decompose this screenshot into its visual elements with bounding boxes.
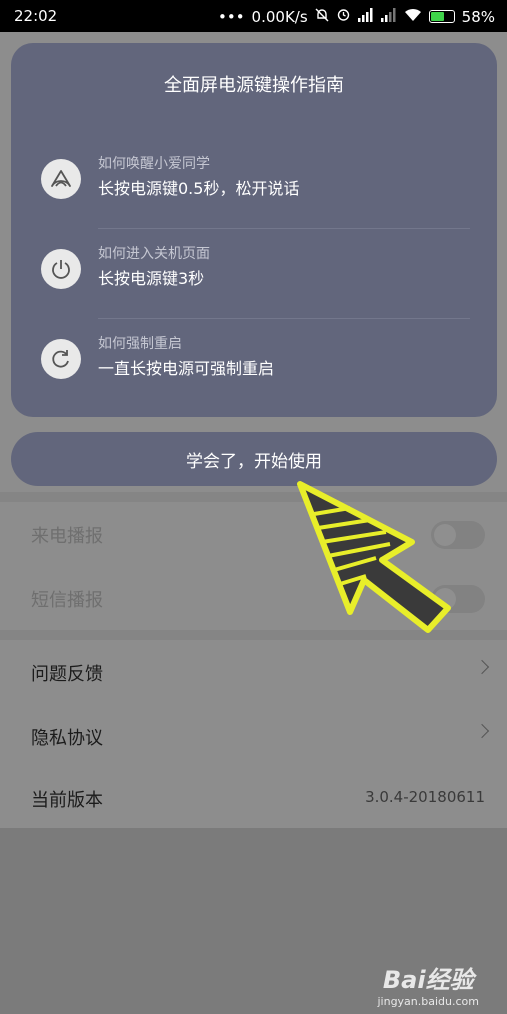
dialog-title: 全面屏电源键操作指南 (164, 75, 344, 96)
signal-2-icon (380, 7, 397, 26)
guide-question: 如何唤醒小爱同学 (98, 156, 210, 172)
guide-answer: 长按电源键0.5秒，松开说话 (98, 179, 300, 198)
battery-icon (428, 10, 455, 23)
row-label: 短信播报 (31, 590, 103, 611)
wifi-icon (404, 8, 422, 26)
guide-item: 如何唤醒小爱同学 长按电源键0.5秒，松开说话 (11, 139, 497, 229)
chevron-right-icon (474, 723, 490, 739)
chevron-right-icon (474, 659, 490, 675)
baidu-jingyan-watermark: Bai经验 jingyan.baidu.com (377, 960, 479, 1008)
guide-item: 如何进入关机页面 长按电源键3秒 (11, 229, 497, 319)
watermark-logo: Bai经验 (382, 966, 474, 994)
row-privacy[interactable]: 隐私协议 (0, 704, 507, 768)
row-label: 来电播报 (31, 526, 103, 547)
pointer-arrow-icon (297, 481, 451, 633)
power-key-guide-dialog: 全面屏电源键操作指南 如何唤醒小爱同学 长按电源键0.5秒，松开说话 如何进入关… (11, 43, 497, 417)
signal-icon (357, 7, 374, 26)
guide-question: 如何进入关机页面 (98, 246, 210, 262)
status-bar: 22:02 ••• 0.00K/s 58% (0, 0, 507, 32)
restart-icon (41, 339, 81, 379)
row-version: 当前版本 3.0.4-20180611 (0, 766, 507, 830)
network-speed: 0.00K/s (251, 7, 308, 26)
row-feedback[interactable]: 问题反馈 (0, 640, 507, 704)
row-label: 问题反馈 (31, 664, 103, 685)
watermark-site: jingyan.baidu.com (377, 995, 479, 1008)
guide-question: 如何强制重启 (98, 336, 182, 352)
version-value: 3.0.4-20180611 (365, 788, 485, 806)
status-time: 22:02 (14, 7, 58, 25)
more-dots-icon: ••• (218, 7, 245, 26)
battery-percent: 58% (461, 7, 495, 26)
power-icon (41, 249, 81, 289)
guide-answer: 长按电源键3秒 (98, 269, 205, 288)
mute-bell-icon (315, 8, 329, 26)
guide-item: 如何强制重启 一直长按电源可强制重启 (11, 319, 497, 409)
guide-answer: 一直长按电源可强制重启 (98, 359, 275, 378)
row-label: 隐私协议 (31, 728, 103, 749)
xiaoai-icon (41, 159, 81, 199)
row-label: 当前版本 (31, 790, 103, 811)
alarm-icon (336, 7, 351, 26)
